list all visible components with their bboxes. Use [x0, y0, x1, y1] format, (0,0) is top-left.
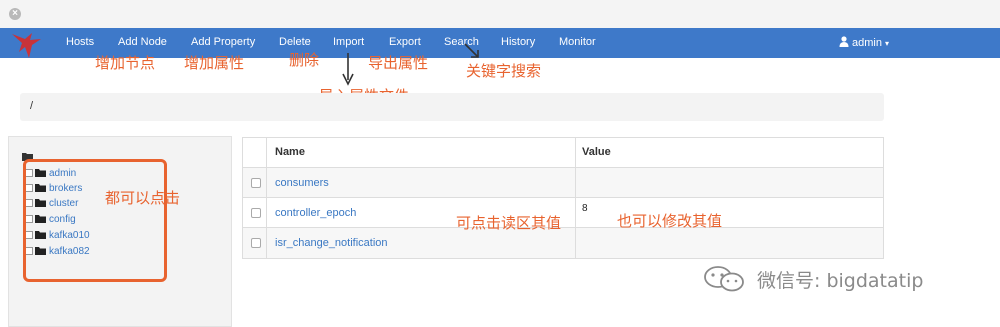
user-menu[interactable]: admin ▾ [839, 36, 889, 49]
table-row[interactable]: consumers [243, 167, 883, 197]
search-pointer-icon [464, 43, 479, 58]
column-divider [575, 138, 576, 258]
window-titlebar: × [0, 0, 1000, 28]
column-header-value[interactable]: Value [582, 146, 611, 158]
column-header-name[interactable]: Name [275, 146, 305, 158]
table-row[interactable]: isr_change_notification [243, 227, 883, 258]
row-checkbox[interactable] [251, 238, 261, 248]
nav-hosts[interactable]: Hosts [66, 36, 94, 48]
annotation-export: 导出属性 [368, 54, 429, 72]
nav-export[interactable]: Export [389, 36, 421, 48]
nav-monitor[interactable]: Monitor [559, 36, 596, 48]
chevron-down-icon: ▾ [885, 39, 890, 48]
row-name-link[interactable]: isr_change_notification [275, 237, 388, 249]
column-divider [266, 138, 267, 258]
nav-add-node[interactable]: Add Node [118, 36, 167, 48]
nav-add-property[interactable]: Add Property [191, 36, 255, 48]
wechat-icon [704, 266, 744, 292]
annotation-add-node: 增加节点 [95, 54, 156, 72]
annotation-add-property: 增加属性 [184, 54, 245, 72]
row-checkbox[interactable] [251, 178, 261, 188]
annotation-value-readable: 可点击读区其值 [456, 214, 562, 232]
breadcrumb: / [20, 93, 884, 121]
table-header-row: Name Value [243, 138, 883, 167]
annotation-search: 关键字搜索 [466, 62, 542, 80]
close-icon[interactable]: × [9, 8, 21, 20]
wechat-watermark: 微信号: bigdatatip [703, 263, 973, 295]
annotation-highlight-box [23, 159, 167, 282]
user-icon [839, 36, 849, 47]
table-row[interactable]: controller_epoch 8 [243, 197, 883, 227]
nav-import[interactable]: Import [333, 36, 364, 48]
breadcrumb-path[interactable]: / [30, 100, 33, 112]
annotation-delete: 删除 [289, 51, 320, 69]
node-table: Name Value consumers controller_epoch 8 … [242, 137, 884, 259]
annotation-value-editable: 也可以修改其值 [617, 212, 723, 230]
annotation-tree-clickable: 都可以点击 [105, 189, 181, 207]
row-checkbox[interactable] [251, 208, 261, 218]
row-value[interactable]: 8 [582, 203, 588, 214]
bird-logo[interactable] [10, 28, 46, 62]
arrow-down-icon [342, 53, 354, 86]
nav-history[interactable]: History [501, 36, 535, 48]
row-name-link[interactable]: controller_epoch [275, 207, 356, 219]
zookeeper-ui-screenshot: × Hosts Add Node Add Property Delete Imp… [0, 0, 1000, 327]
watermark-text: 微信号: bigdatatip [757, 270, 924, 292]
nav-delete[interactable]: Delete [279, 36, 311, 48]
row-name-link[interactable]: consumers [275, 177, 329, 189]
user-name: admin [852, 37, 882, 49]
